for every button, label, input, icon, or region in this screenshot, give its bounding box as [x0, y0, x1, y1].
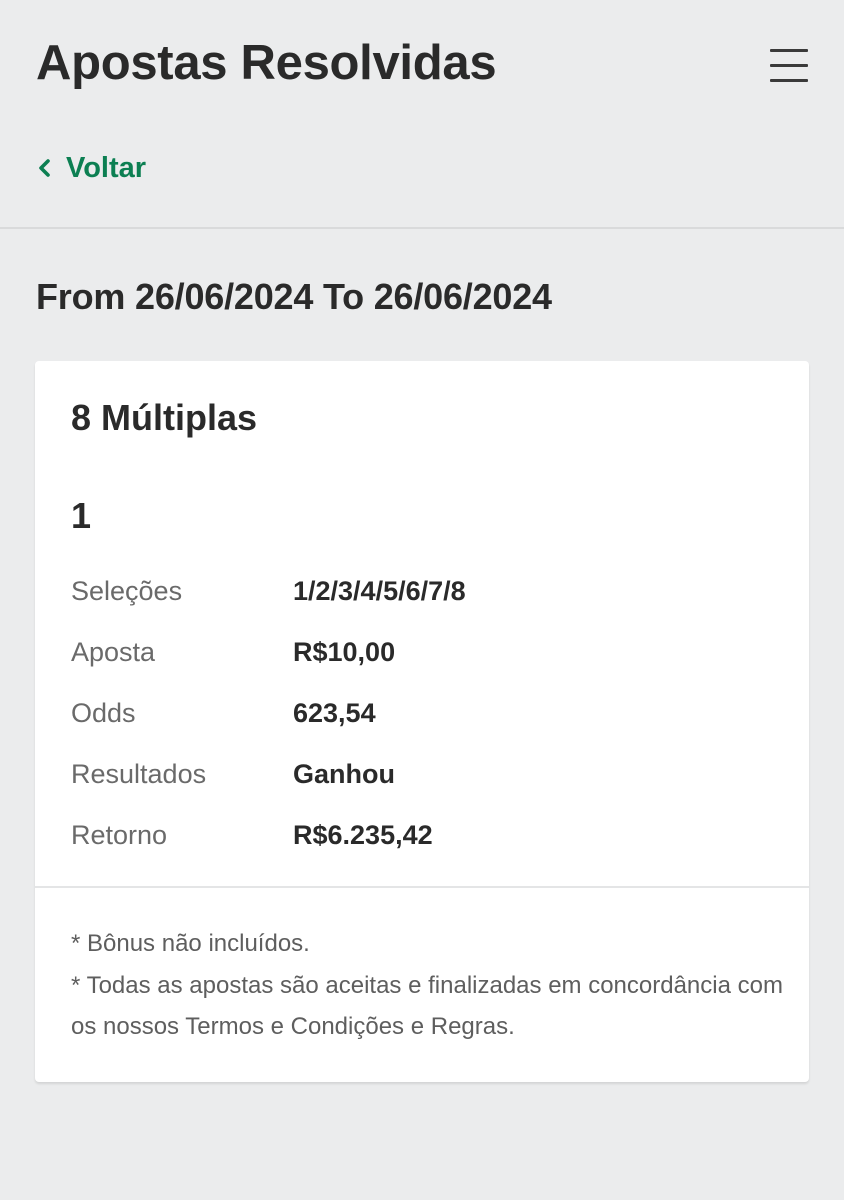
detail-value: Ganhou	[293, 759, 395, 789]
disclaimer-notes: * Bônus não incluídos. * Todas as aposta…	[71, 923, 791, 1048]
detail-label: Aposta	[71, 637, 156, 667]
detail-row-resultados: Resultados Ganhou	[71, 744, 771, 805]
note-bonus: * Bônus não incluídos.	[71, 930, 310, 957]
back-label: Voltar	[66, 151, 147, 184]
bet-card: 8 Múltiplas 1 Seleções 1/2/3/4/5/6/7/8 A…	[35, 361, 809, 1082]
detail-row-odds: Odds 623,54	[71, 683, 771, 744]
detail-label: Odds	[71, 698, 136, 728]
detail-label: Seleções	[71, 576, 183, 606]
detail-label: Retorno	[71, 820, 168, 850]
detail-value: R$6.235,42	[293, 820, 433, 850]
detail-row-selecoes: Seleções 1/2/3/4/5/6/7/8	[71, 561, 771, 622]
note-terms: * Todas as apostas são aceitas e finaliz…	[71, 971, 783, 1041]
menu-button[interactable]	[768, 46, 810, 84]
detail-value: R$10,00	[293, 637, 396, 667]
detail-label: Resultados	[71, 759, 207, 789]
detail-value: 623,54	[293, 698, 376, 728]
bet-number: 1	[71, 495, 92, 536]
page-title: Apostas Resolvidas	[36, 36, 497, 90]
back-link[interactable]: Voltar	[36, 146, 146, 190]
bet-type-title: 8 Múltiplas	[71, 397, 258, 438]
detail-row-aposta: Aposta R$10,00	[71, 622, 771, 683]
chevron-left-icon	[39, 159, 50, 177]
date-range-heading: From 26/06/2024 To 26/06/2024	[36, 276, 552, 317]
detail-row-retorno: Retorno R$6.235,42	[71, 805, 771, 866]
page-header: Apostas Resolvidas Voltar	[0, 0, 844, 229]
detail-value: 1/2/3/4/5/6/7/8	[293, 576, 466, 606]
bet-details: Seleções 1/2/3/4/5/6/7/8 Aposta R$10,00 …	[71, 561, 771, 866]
card-divider	[35, 886, 809, 888]
